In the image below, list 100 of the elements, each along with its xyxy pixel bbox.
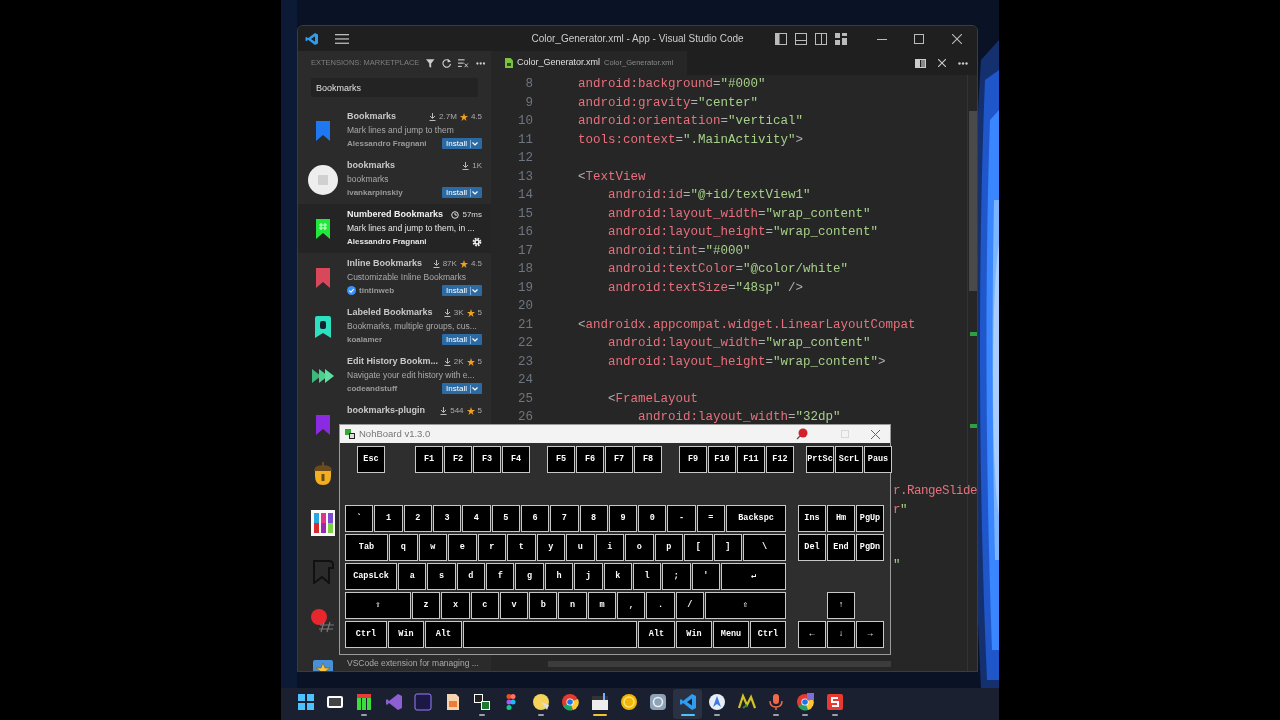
tab-label: Color_Generator.xml [517, 56, 601, 70]
key: - [667, 505, 696, 532]
key: 9 [608, 505, 638, 532]
code-line: <TextView [577, 168, 646, 186]
extension-name: bookmarks [347, 158, 397, 172]
key: ] [713, 534, 742, 561]
key: 7 [550, 505, 579, 532]
key: e [448, 534, 477, 561]
key: = [696, 505, 726, 532]
key: F12 [766, 446, 794, 473]
key: ⇧ [345, 592, 411, 619]
rating: 4.5 [470, 257, 482, 270]
key: Tab [345, 534, 388, 561]
line-number: 21 [517, 316, 533, 334]
extension-name: Labeled Bookmarks [347, 305, 434, 319]
key: CapsLck [345, 563, 397, 590]
key: Ins [798, 505, 826, 532]
code-line: android:layout_width="wrap_content" [607, 335, 871, 352]
line-number: 13 [517, 168, 533, 186]
key: ScrL [835, 446, 863, 473]
key: 6 [520, 505, 550, 532]
download-count: 2.7M [439, 110, 457, 123]
code-line: android:layout_width="wrap_content" [607, 205, 871, 223]
key: Ctrl [345, 621, 387, 648]
extension-description: VSCode extension for managing ... [347, 657, 480, 670]
download-count: 87K [442, 257, 457, 270]
key: g [515, 563, 544, 590]
code-line: android:layout_height="wrap_content" [607, 224, 879, 241]
key: Alt [638, 621, 675, 648]
key: y [536, 534, 565, 561]
key: q [389, 534, 418, 561]
extension-author: Alessandro Fragnani [347, 235, 428, 248]
key: 8 [579, 505, 608, 532]
key: Paus [864, 446, 892, 473]
extension-description: Customizable Inline Bookmarks [347, 271, 468, 283]
extension-name: Edit History Bookm... [347, 354, 439, 368]
code-line: <FrameLayout [607, 390, 699, 408]
key: Alt [425, 621, 462, 648]
key: i [595, 534, 624, 561]
key: k [603, 563, 632, 590]
key: w [418, 534, 447, 561]
extension-author: codeandstuff [347, 382, 399, 395]
key: F1 [415, 446, 443, 473]
key: ` [345, 505, 374, 532]
key: Win [676, 621, 712, 648]
key: h [544, 563, 574, 590]
key: u [566, 534, 595, 561]
key: x [441, 592, 470, 619]
key: F8 [634, 446, 662, 473]
key: PgUp [856, 505, 884, 532]
line-number: 8 [524, 76, 533, 93]
extension-description: bookmarks [347, 173, 390, 185]
line-number: 24 [517, 372, 533, 389]
key: 0 [638, 505, 667, 532]
key: v [499, 592, 529, 619]
key: a [398, 563, 427, 590]
key: s [427, 563, 456, 590]
key: → [856, 621, 884, 648]
key: \ [743, 534, 786, 561]
key: PrtSc [806, 446, 834, 473]
key: f [486, 563, 515, 590]
line-number: 11 [517, 131, 533, 149]
code-line: tools:context=".MainActivity"> [577, 131, 804, 149]
code-fragment: " [893, 557, 900, 574]
line-number: 19 [517, 279, 533, 297]
rating: 5 [477, 355, 482, 368]
extension-author: tintinweb [359, 284, 396, 297]
key: F3 [473, 446, 501, 473]
code-line: android:id="@+id/textView1" [607, 187, 811, 204]
extension-author: koalamer [347, 333, 384, 346]
key: F11 [737, 446, 765, 473]
key: j [574, 563, 603, 590]
line-number: 18 [517, 261, 533, 278]
line-number: 17 [517, 242, 533, 260]
key: End [827, 534, 855, 561]
key: F2 [444, 446, 472, 473]
key: PgDn [856, 534, 884, 561]
rating: 4.5 [470, 110, 482, 123]
rating: 5 [477, 404, 482, 417]
key: r [477, 534, 506, 561]
key: Hm [827, 505, 855, 532]
code-line: <androidx.appcompat.widget.LinearLayoutCompat [577, 316, 916, 334]
key: ↵ [720, 563, 786, 590]
extension-description: Mark lines and jump to them [347, 124, 455, 136]
code-fragment: r.RangeSlide [893, 483, 977, 500]
line-number: 20 [517, 298, 533, 315]
key: F4 [502, 446, 530, 473]
key: F5 [547, 446, 575, 473]
key: Esc [357, 446, 385, 473]
key: / [675, 592, 704, 619]
rating: 5 [477, 306, 482, 319]
key: b [529, 592, 558, 619]
key: 1 [374, 505, 403, 532]
download-count: 3K [453, 306, 464, 319]
key: 3 [432, 505, 462, 532]
key: ; [662, 563, 691, 590]
line-number: 15 [517, 205, 533, 223]
key: 5 [491, 505, 520, 532]
key: Ctrl [750, 621, 786, 648]
extension-author: ivankarpinskiy [347, 186, 404, 199]
